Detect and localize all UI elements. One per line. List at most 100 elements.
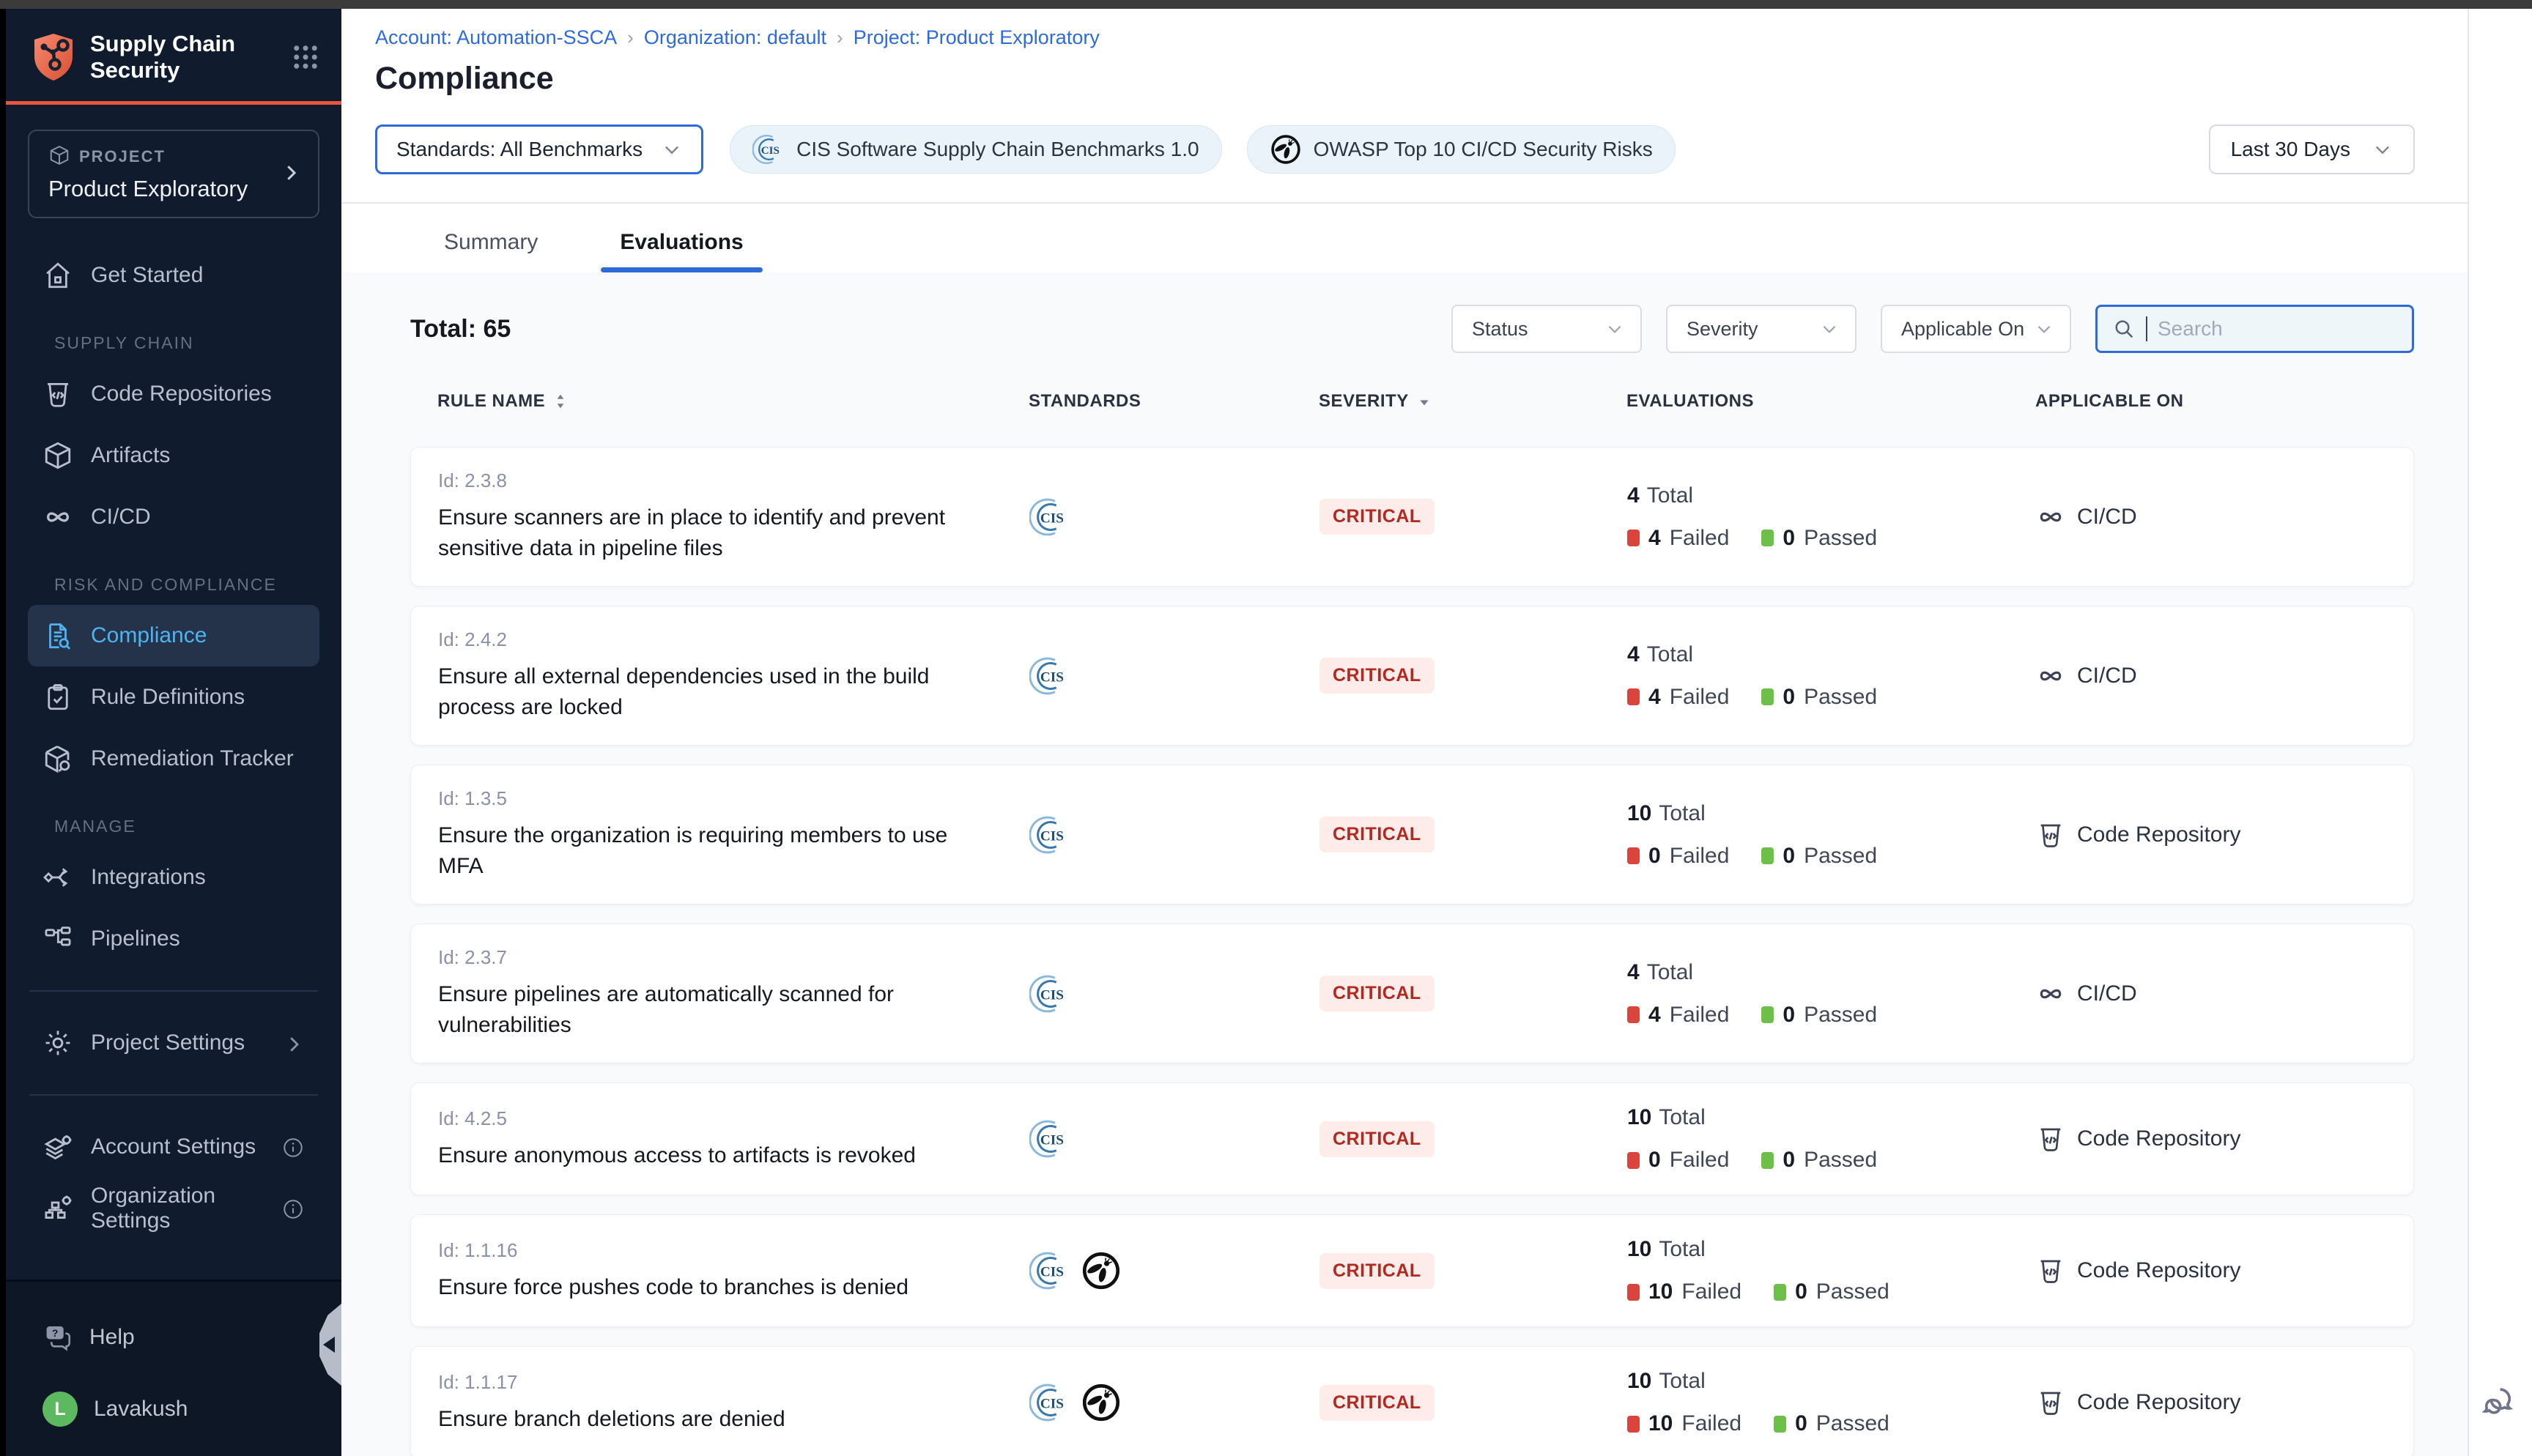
tab-evaluations[interactable]: Evaluations bbox=[601, 220, 762, 272]
standards-dropdown[interactable]: Standards: All Benchmarks bbox=[375, 125, 703, 174]
eval-failed: 0Failed bbox=[1627, 1148, 1729, 1173]
help-chat-icon: ? bbox=[42, 1322, 73, 1353]
severity-badge: CRITICAL bbox=[1319, 976, 1435, 1011]
rule-cell: Id: 4.2.5 Ensure anonymous access to art… bbox=[438, 1107, 1029, 1171]
tab-summary[interactable]: Summary bbox=[425, 220, 557, 272]
failed-square-icon bbox=[1627, 530, 1640, 546]
window-top-edge bbox=[0, 0, 2532, 9]
standard-chip-cis[interactable]: CIS CIS Software Supply Chain Benchmarks… bbox=[730, 125, 1221, 174]
rule-row[interactable]: Id: 4.2.5 Ensure anonymous access to art… bbox=[410, 1082, 2414, 1195]
applicable-on-cell: Code Repository bbox=[2036, 820, 2413, 850]
column-header-evaluations[interactable]: EVALUATIONS bbox=[1626, 391, 2035, 412]
search-input[interactable] bbox=[2158, 317, 2397, 341]
breadcrumb-separator: › bbox=[837, 26, 843, 49]
code-repository-icon bbox=[2036, 1256, 2065, 1285]
filter-dropdown-label: Applicable On bbox=[1901, 318, 2024, 341]
rule-name: Ensure the organization is requiring mem… bbox=[438, 820, 966, 882]
applicable-on-cell: CI/CD bbox=[2036, 661, 2413, 691]
svg-text:CIS: CIS bbox=[1040, 828, 1064, 844]
applicable-on-label: CI/CD bbox=[2077, 664, 2137, 688]
sidebar-divider bbox=[29, 1094, 318, 1096]
sidebar-item-code-repositories[interactable]: Code Repositories bbox=[28, 363, 319, 425]
sidebar-item-integrations[interactable]: Integrations bbox=[28, 847, 319, 908]
severity-cell: CRITICAL bbox=[1319, 817, 1627, 853]
eval-total-label: Total bbox=[1659, 1105, 1705, 1130]
apps-grid-icon[interactable] bbox=[290, 42, 321, 73]
svg-text:?: ? bbox=[52, 1327, 59, 1339]
standard-chip-owasp[interactable]: OWASP Top 10 CI/CD Security Risks bbox=[1247, 125, 1676, 174]
filter-dropdown-severity[interactable]: Severity bbox=[1666, 305, 1857, 353]
passed-square-icon bbox=[1761, 1006, 1774, 1023]
sort-toggle-icon bbox=[551, 392, 570, 411]
filter-bar: Standards: All Benchmarks CIS CIS Softwa… bbox=[375, 125, 2415, 174]
brand-accent-line bbox=[6, 101, 341, 105]
support-chat-icon[interactable] bbox=[2481, 1383, 2520, 1421]
sidebar-item-rule-definitions[interactable]: Rule Definitions bbox=[28, 666, 319, 728]
user-menu[interactable]: L Lavakush bbox=[28, 1383, 319, 1435]
passed-square-icon bbox=[1774, 1416, 1786, 1433]
collapse-arrow-icon bbox=[323, 1337, 335, 1353]
chevron-down-icon bbox=[1820, 319, 1839, 338]
code-repository-icon bbox=[2036, 1388, 2065, 1417]
breadcrumb-link-2[interactable]: Project: Product Exploratory bbox=[854, 26, 1100, 49]
sidebar-item-organization-settings[interactable]: Organization Settings bbox=[28, 1178, 319, 1239]
rule-row[interactable]: Id: 1.1.16 Ensure force pushes code to b… bbox=[410, 1214, 2414, 1327]
column-header-label: STANDARDS bbox=[1029, 391, 1141, 412]
sidebar-item-ci-cd[interactable]: CI/CD bbox=[28, 486, 319, 548]
cis-logo-icon: CIS bbox=[1029, 655, 1070, 697]
svg-text:CIS: CIS bbox=[761, 145, 780, 157]
sidebar-section-manage: MANAGE bbox=[54, 811, 341, 841]
breadcrumb-link-1[interactable]: Organization: default bbox=[644, 26, 826, 49]
severity-badge: CRITICAL bbox=[1319, 658, 1435, 694]
column-header-applicable-on[interactable]: APPLICABLE ON bbox=[2035, 391, 2414, 412]
project-selector[interactable]: PROJECT Product Exploratory bbox=[28, 130, 319, 218]
rule-row[interactable]: Id: 2.3.8 Ensure scanners are in place t… bbox=[410, 447, 2414, 587]
sidebar-item-compliance[interactable]: Compliance bbox=[28, 605, 319, 666]
column-header-standards[interactable]: STANDARDS bbox=[1029, 391, 1319, 412]
owasp-logo-icon bbox=[1270, 133, 1302, 166]
filter-dropdown-applicable-on[interactable]: Applicable On bbox=[1881, 305, 2071, 353]
rule-row[interactable]: Id: 2.3.7 Ensure pipelines are automatic… bbox=[410, 924, 2414, 1063]
rule-row[interactable]: Id: 1.3.5 Ensure the organization is req… bbox=[410, 765, 2414, 905]
sidebar-item-get-started[interactable]: Get Started bbox=[28, 245, 319, 306]
chevron-down-icon bbox=[662, 139, 682, 160]
sidebar-section-supply-chain: SUPPLY CHAIN bbox=[54, 328, 341, 357]
chevron-down-icon bbox=[2035, 319, 2054, 338]
sidebar-item-account-settings[interactable]: Account Settings bbox=[28, 1116, 319, 1178]
rule-id: Id: 1.1.16 bbox=[438, 1239, 1029, 1262]
chevron-right-icon bbox=[283, 1032, 305, 1054]
infinity-icon bbox=[2036, 502, 2065, 532]
layers-icon bbox=[42, 1132, 73, 1162]
sidebar-item-label: CI/CD bbox=[91, 505, 151, 530]
sidebar-item-help[interactable]: ? Help bbox=[28, 1311, 319, 1364]
failed-square-icon bbox=[1627, 847, 1640, 864]
app-logo-shield-icon bbox=[30, 32, 77, 82]
filter-dropdown-status[interactable]: Status bbox=[1451, 305, 1642, 353]
column-header-rule-name[interactable]: RULE NAME bbox=[437, 391, 1029, 412]
passed-square-icon bbox=[1761, 1152, 1774, 1169]
rule-id: Id: 1.3.5 bbox=[438, 787, 1029, 810]
breadcrumb-link-0[interactable]: Account: Automation-SSCA bbox=[375, 26, 617, 49]
failed-square-icon bbox=[1627, 1284, 1640, 1301]
eval-total-label: Total bbox=[1659, 801, 1705, 826]
severity-badge: CRITICAL bbox=[1319, 1121, 1435, 1157]
sidebar-item-project-settings[interactable]: Project Settings bbox=[28, 1012, 319, 1074]
rule-row[interactable]: Id: 1.1.17 Ensure branch deletions are d… bbox=[410, 1346, 2414, 1456]
home-icon bbox=[42, 260, 73, 291]
date-range-dropdown[interactable]: Last 30 Days bbox=[2209, 125, 2415, 174]
failed-square-icon bbox=[1627, 1152, 1640, 1169]
rule-row[interactable]: Id: 2.4.2 Ensure all external dependenci… bbox=[410, 606, 2414, 746]
svg-text:CIS: CIS bbox=[1040, 1265, 1064, 1280]
gear-icon bbox=[42, 1028, 73, 1058]
rule-id: Id: 1.1.17 bbox=[438, 1371, 1029, 1394]
eval-total-count: 10 bbox=[1627, 1237, 1651, 1262]
evaluations-cell: 10Total 0Failed 0Passed bbox=[1627, 1105, 2036, 1173]
sidebar-item-artifacts[interactable]: Artifacts bbox=[28, 425, 319, 486]
eval-total-count: 10 bbox=[1627, 801, 1651, 826]
column-header-severity[interactable]: SEVERITY bbox=[1319, 391, 1626, 412]
sidebar-item-remediation-tracker[interactable]: Remediation Tracker bbox=[28, 728, 319, 790]
boxwrench-icon bbox=[42, 743, 73, 774]
sidebar-item-pipelines[interactable]: Pipelines bbox=[28, 908, 319, 970]
integrations-icon bbox=[42, 862, 73, 893]
severity-badge: CRITICAL bbox=[1319, 817, 1435, 853]
